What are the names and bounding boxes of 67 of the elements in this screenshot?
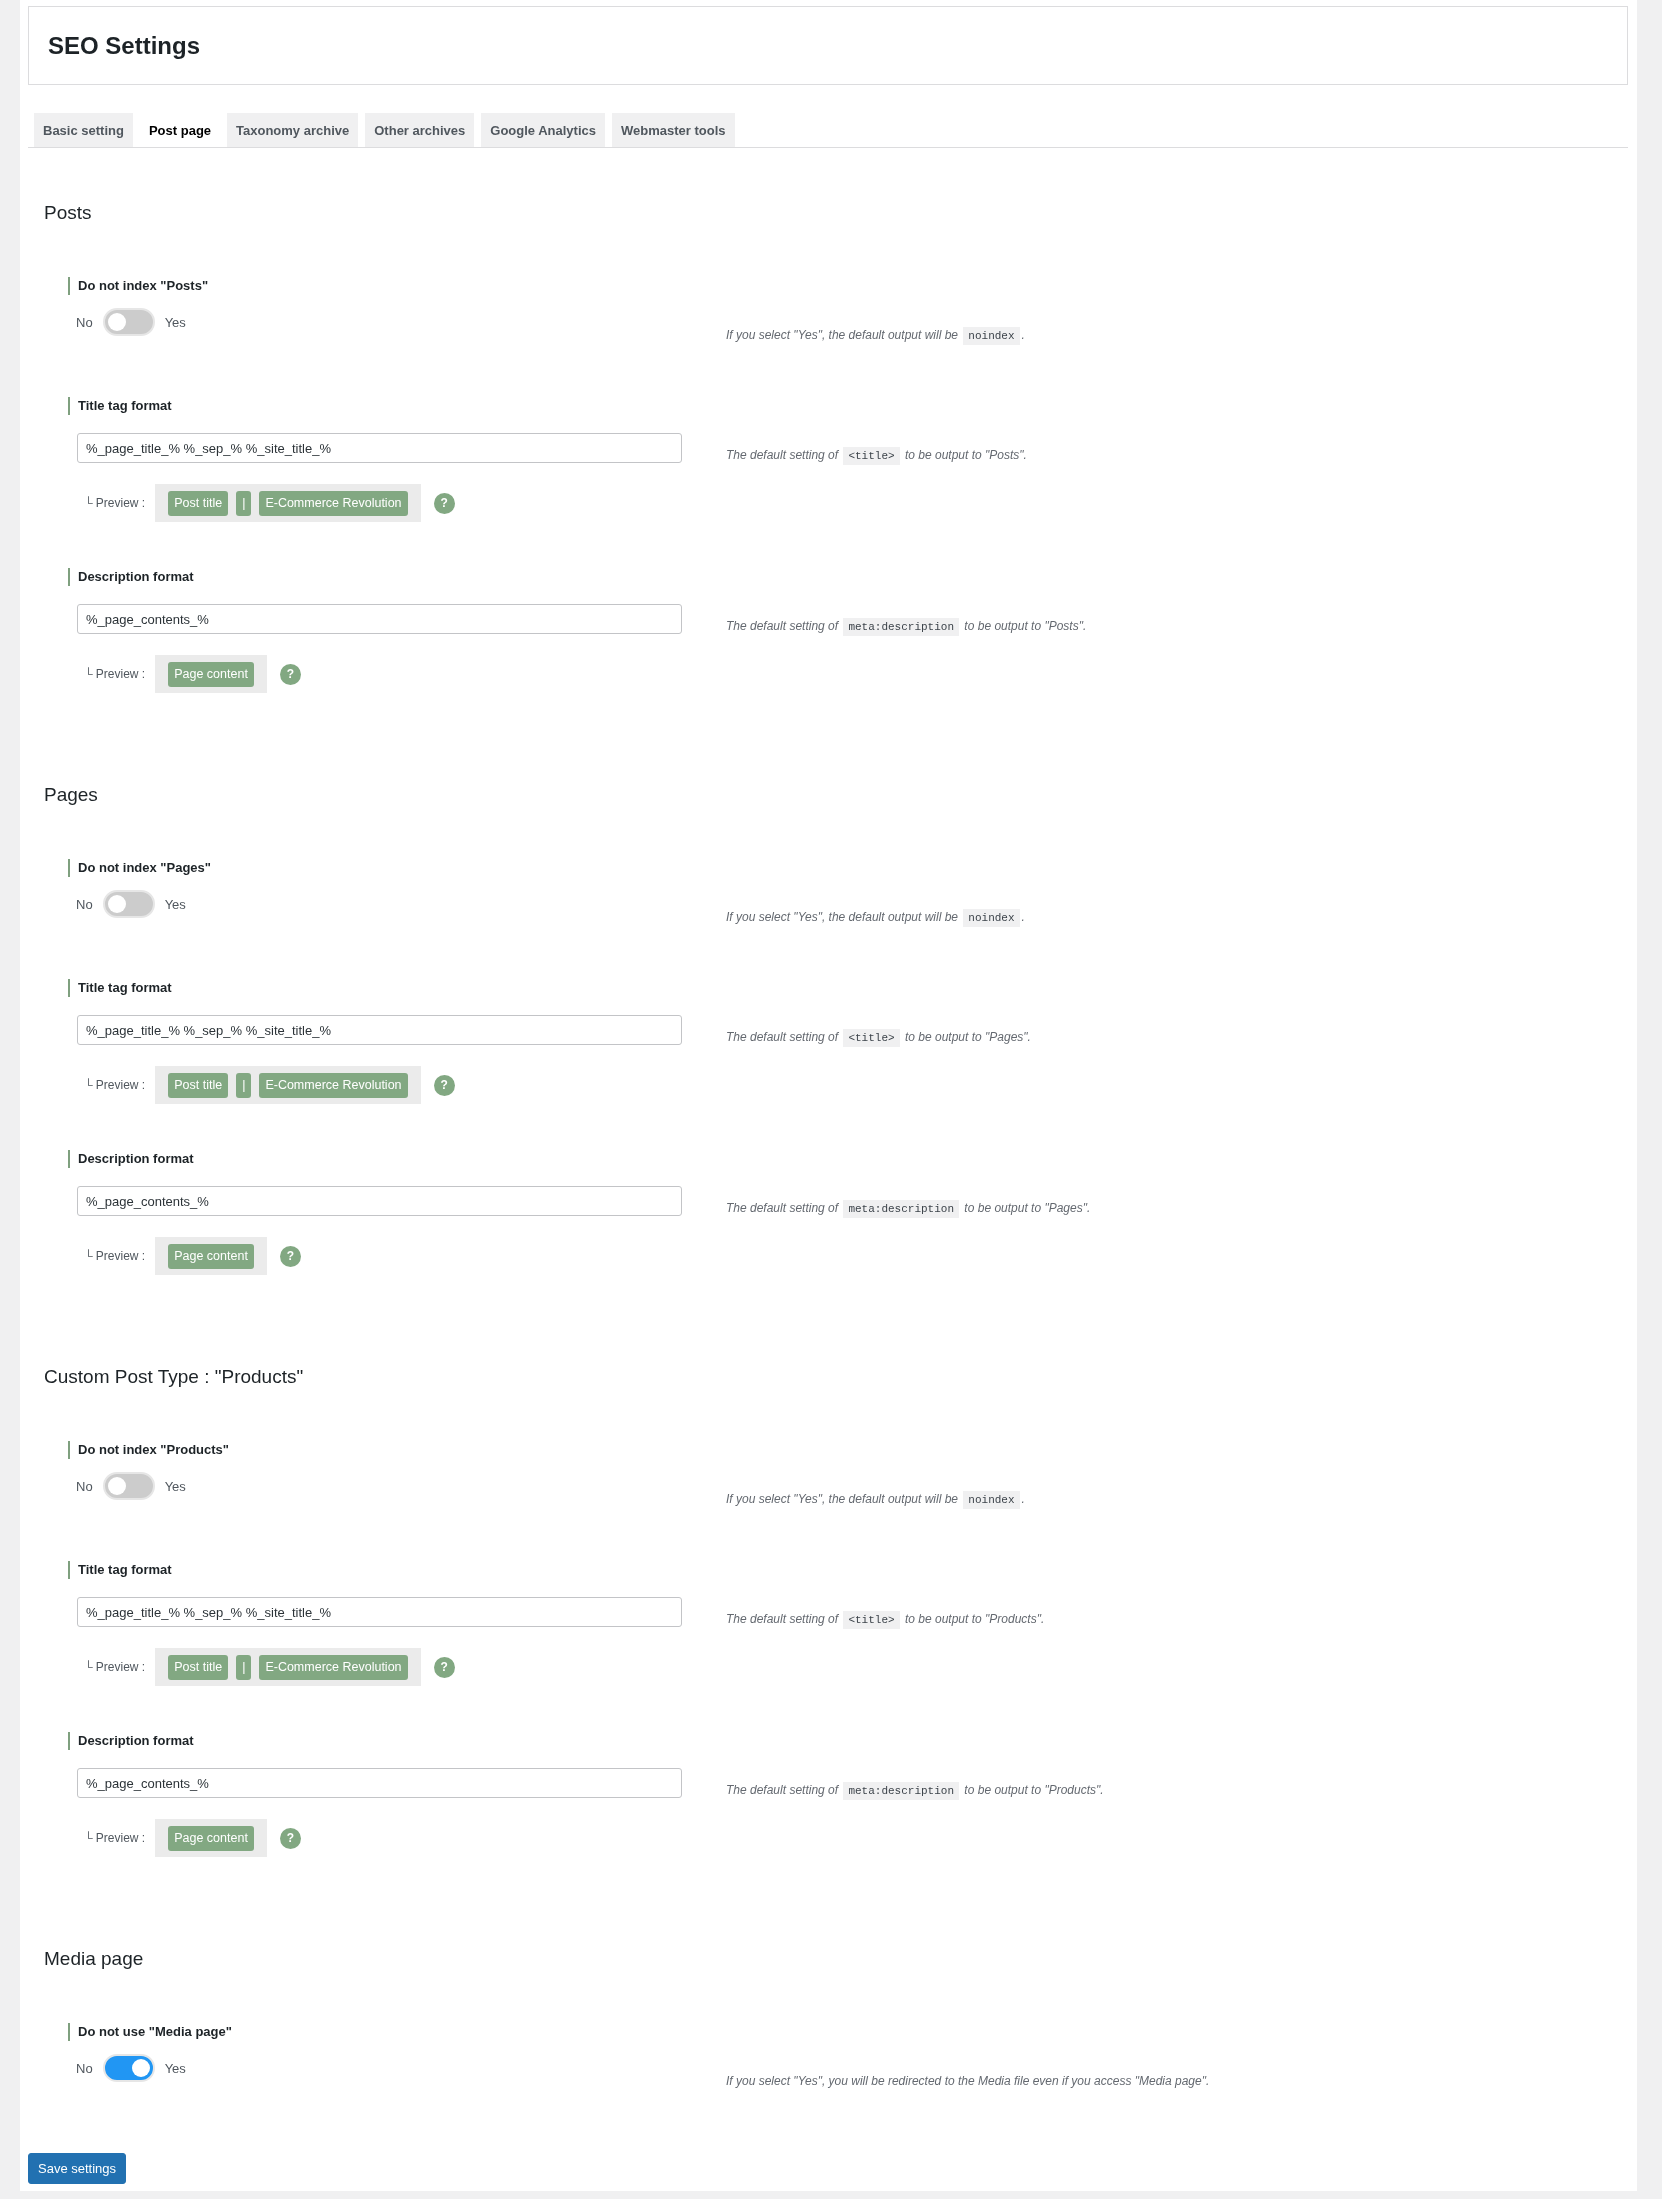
help-text: If you select "Yes", the default output will be noindex . (726, 907, 1637, 928)
page-title: SEO Settings (48, 31, 201, 60)
preview-tag: Page content (168, 661, 254, 687)
field-label: Do not index "Products" (68, 1441, 229, 1459)
field-label: Description format (68, 1732, 194, 1750)
preview-tag: Post title (168, 1654, 229, 1680)
toggle-off-label: No (76, 314, 93, 330)
toggle-on-label: Yes (164, 2060, 186, 2076)
toggle-off-label: No (76, 896, 93, 912)
preview-label: └ Preview : (84, 1078, 146, 1092)
section-heading: Posts (44, 201, 93, 225)
help-text: The default setting of <title> to be output to "Pages". (726, 1027, 1637, 1048)
preview-tag: Page content (168, 1243, 254, 1269)
help-text: The default setting of <title> to be output to "Products". (726, 1609, 1637, 1630)
preview-label: └ Preview : (84, 1660, 146, 1674)
help-text: The default setting of meta:description to be output to "Pages". (726, 1198, 1637, 1219)
help-text: If you select "Yes", the default output will be noindex . (726, 1489, 1637, 1510)
section-heading: Pages (44, 783, 99, 807)
preview-label: └ Preview : (84, 1831, 146, 1845)
toggle-off-label: No (76, 2060, 93, 2076)
help-text: If you select "Yes", the default output will be noindex . (726, 325, 1637, 346)
tab[interactable]: Webmaster tools (612, 113, 735, 147)
toggle-on-label: Yes (164, 1478, 186, 1494)
preview-label: └ Preview : (84, 496, 146, 510)
help-text: The default setting of meta:description to be output to "Products". (726, 1780, 1637, 1801)
preview-tag: | (236, 490, 252, 516)
field-label: Title tag format (68, 397, 172, 415)
toggle-switch[interactable] (102, 890, 155, 918)
toggle-off-label: No (76, 1478, 93, 1494)
section-heading: Media page (44, 1947, 145, 1971)
help-text: If you select "Yes", you will be redirected to the Media file even if you access "Media page". (726, 2073, 1211, 2090)
format-input[interactable]: %_page_title_% %_sep_% %_site_title_% (77, 433, 682, 463)
field-label: Description format (68, 568, 194, 586)
toggle-switch[interactable] (102, 308, 155, 336)
field-label: Description format (68, 1150, 194, 1168)
tab[interactable]: Other archives (365, 113, 475, 147)
toggle-on-label: Yes (164, 314, 186, 330)
format-input[interactable]: %_page_contents_% (77, 1768, 682, 1798)
field-label: Do not index "Pages" (68, 859, 211, 877)
tab[interactable]: Taxonomy archive (227, 113, 359, 147)
help-text: The default setting of meta:description to be output to "Posts". (726, 616, 1637, 637)
field-label: Title tag format (68, 979, 172, 997)
preview-label: └ Preview : (84, 667, 146, 681)
preview-tag: Page content (168, 1825, 254, 1851)
format-input[interactable]: %_page_contents_% (77, 604, 682, 634)
format-input[interactable]: %_page_title_% %_sep_% %_site_title_% (77, 1597, 682, 1627)
preview-tag: | (236, 1654, 252, 1680)
field-label: Do not use "Media page" (68, 2023, 232, 2041)
preview-tag: E-Commerce Revolution (259, 490, 408, 516)
field-label: Do not index "Posts" (68, 277, 209, 295)
tab[interactable]: Basic setting (34, 113, 133, 147)
toggle-switch[interactable] (102, 2054, 155, 2082)
format-input[interactable]: %_page_title_% %_sep_% %_site_title_% (77, 1015, 682, 1045)
preview-tag: E-Commerce Revolution (259, 1654, 408, 1680)
preview-tag: E-Commerce Revolution (259, 1072, 408, 1098)
toggle-on-label: Yes (164, 896, 186, 912)
format-input[interactable]: %_page_contents_% (77, 1186, 682, 1216)
field-label: Title tag format (68, 1561, 172, 1579)
preview-tag: | (236, 1072, 252, 1098)
save-button[interactable]: Save settings (28, 2153, 127, 2184)
preview-tag: Post title (168, 490, 229, 516)
preview-tag: Post title (168, 1072, 229, 1098)
toggle-switch[interactable] (102, 1472, 155, 1500)
tab[interactable]: Google Analytics (481, 113, 605, 147)
section-heading: Custom Post Type : "Products" (44, 1365, 305, 1389)
help-text: The default setting of <title> to be output to "Posts". (726, 445, 1637, 466)
preview-label: └ Preview : (84, 1249, 146, 1263)
